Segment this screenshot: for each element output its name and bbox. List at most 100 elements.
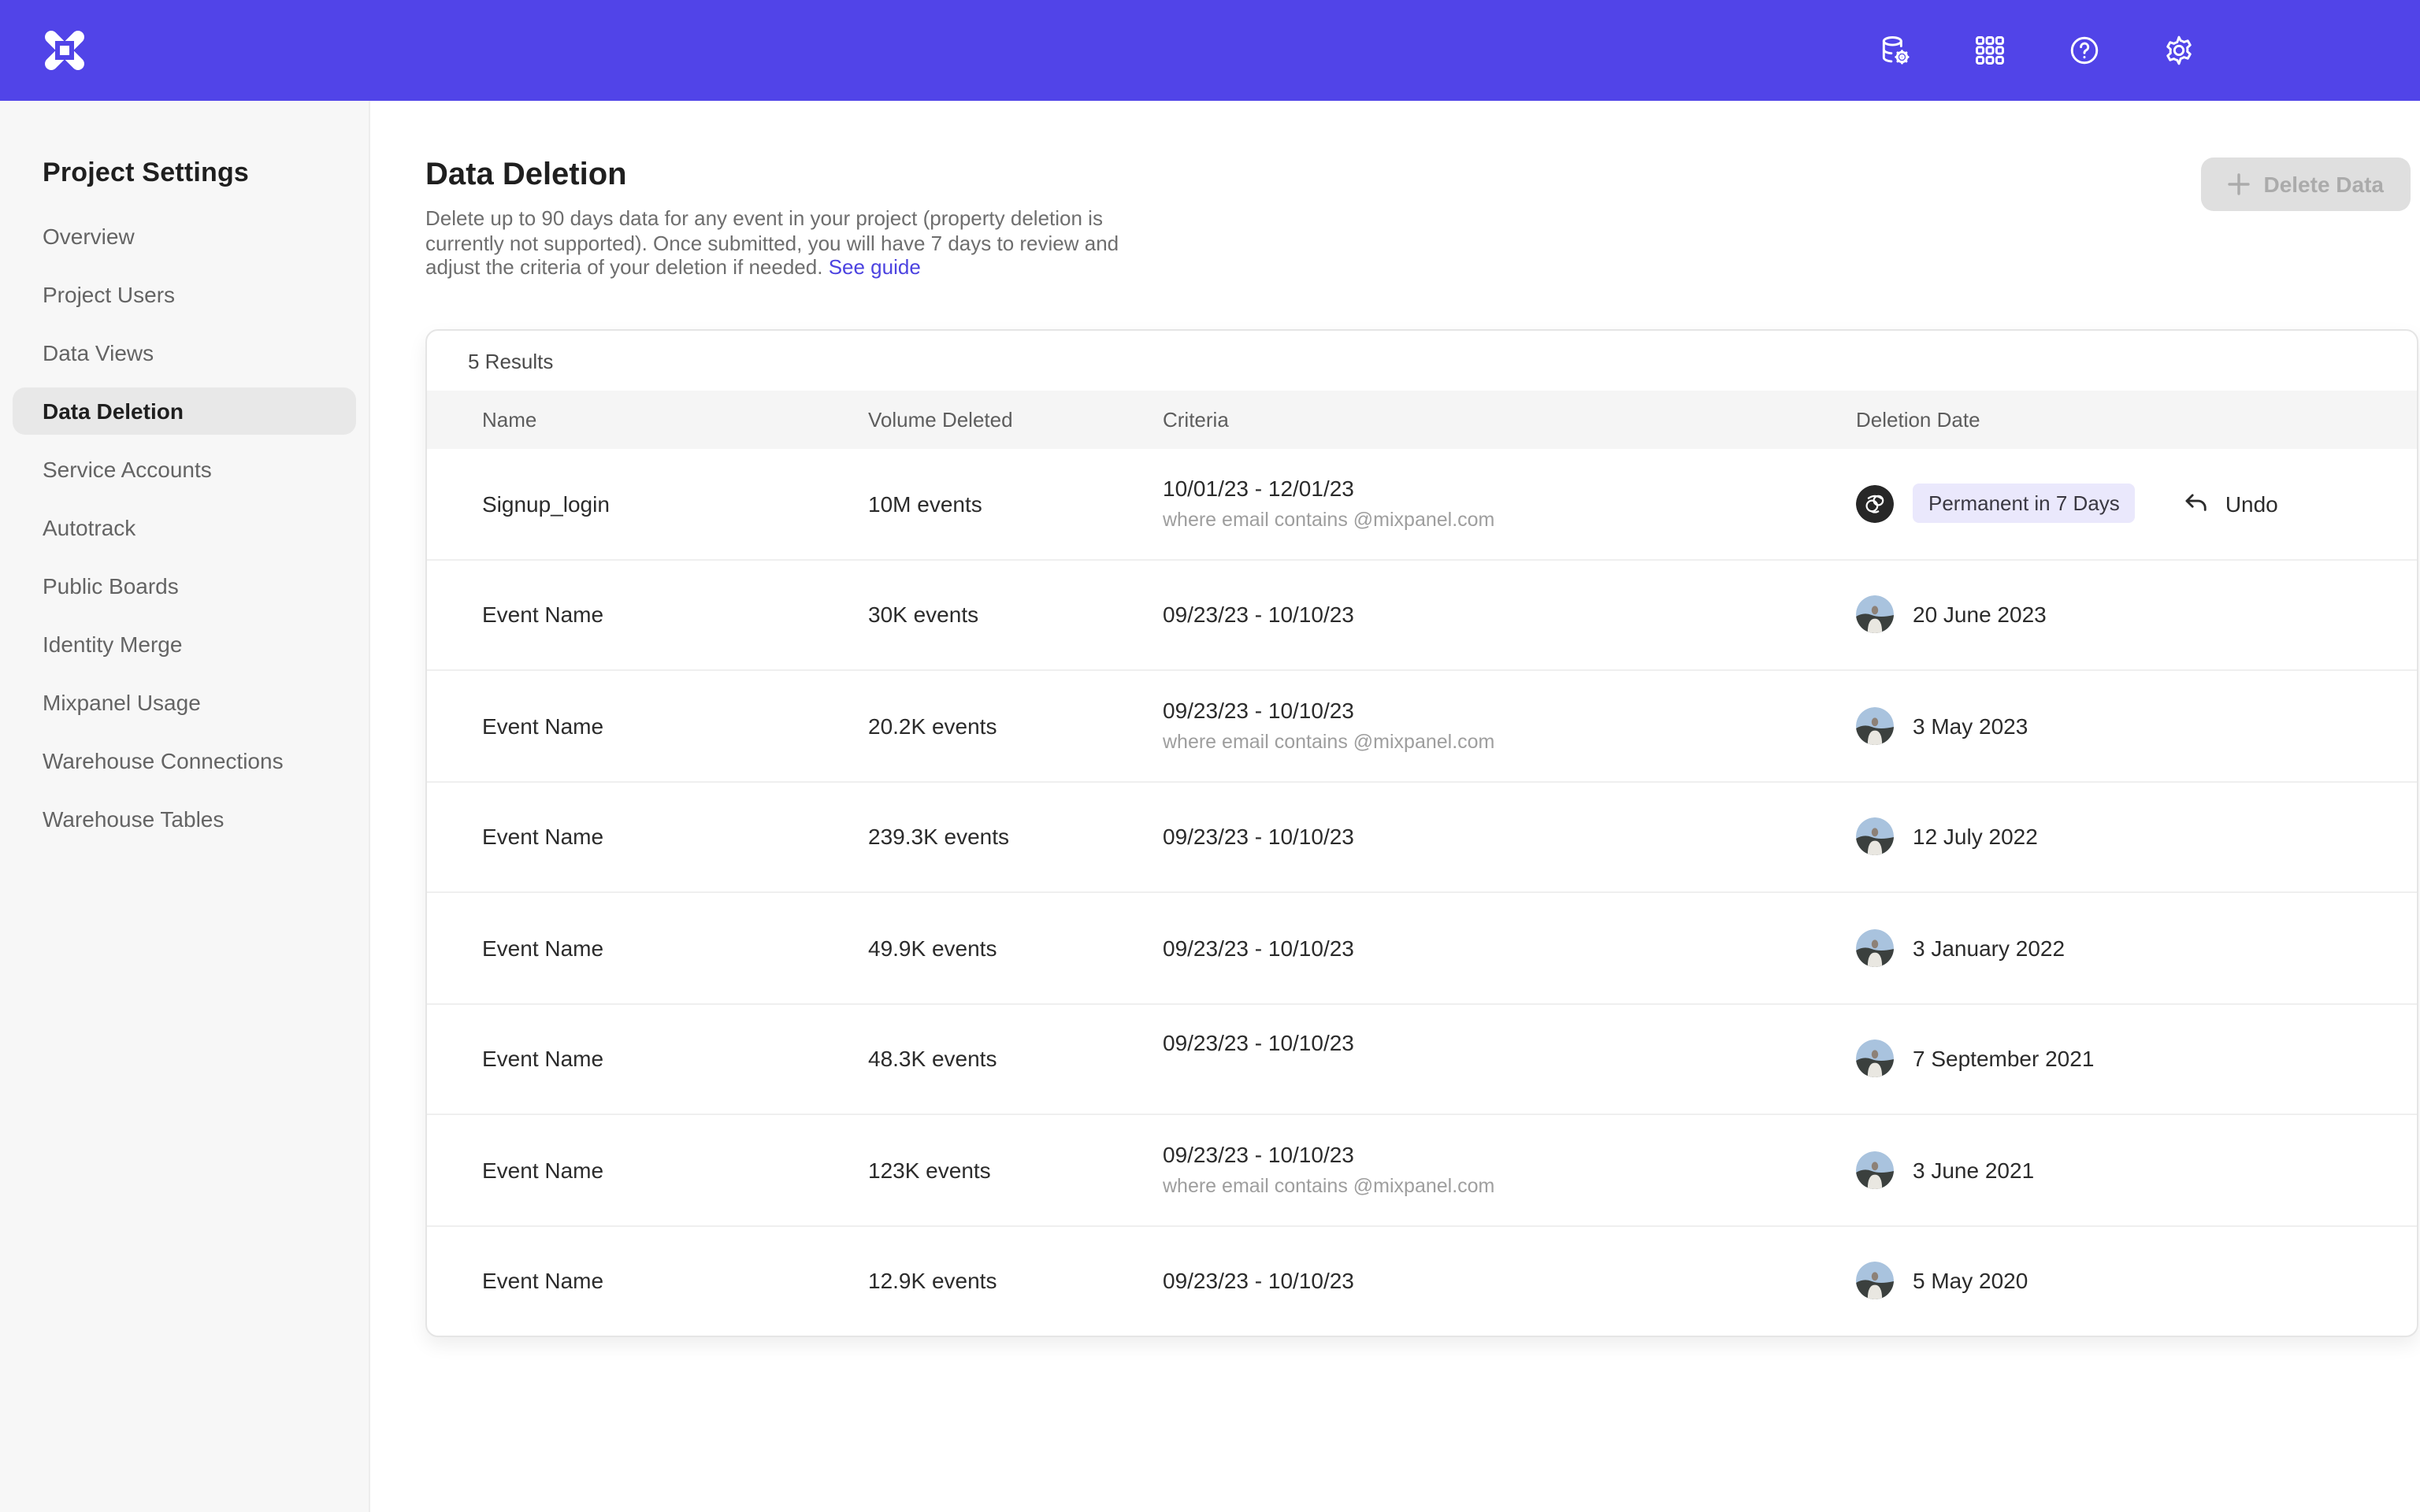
- row-deletion-date: 3 January 2022: [1856, 929, 2417, 967]
- row-event-name: Event Name: [482, 1158, 868, 1183]
- user-photo-avatar: [1856, 818, 1894, 856]
- permanent-deletion-badge: Permanent in 7 Days: [1913, 484, 2136, 524]
- row-criteria: 10/01/23 - 12/01/23 where email contains …: [1163, 476, 1856, 532]
- deletion-date-text: 20 June 2023: [1913, 602, 2047, 628]
- row-deletion-date: 12 July 2022: [1856, 818, 2417, 856]
- dark-illustration-avatar: [1856, 485, 1894, 523]
- sidebar-item-project-users[interactable]: Project Users: [13, 271, 356, 318]
- page-title: Data Deletion: [425, 158, 1150, 194]
- user-photo-avatar: [1856, 929, 1894, 967]
- description-line: Delete up to 90 days data for any event …: [425, 206, 1103, 230]
- see-guide-link[interactable]: See guide: [829, 255, 921, 279]
- row-criteria: 09/23/23 - 10/10/23: [1163, 936, 1856, 961]
- description-line: adjust the criteria of your deletion if …: [425, 255, 822, 279]
- column-header-volume: Volume Deleted: [868, 408, 1163, 432]
- deletion-date-text: 5 May 2020: [1913, 1269, 2028, 1294]
- results-count: 5 Results: [427, 331, 2417, 391]
- sidebar-item-service-accounts[interactable]: Service Accounts: [13, 446, 356, 493]
- criteria-date-range: 09/23/23 - 10/10/23: [1163, 699, 1856, 724]
- delete-data-button-label: Delete Data: [2263, 172, 2384, 197]
- mixpanel-logo[interactable]: [41, 27, 88, 74]
- row-event-name: Event Name: [482, 936, 868, 961]
- row-deletion-date: 5 May 2020: [1856, 1262, 2417, 1300]
- table-row: Signup_login10M events10/01/23 - 12/01/2…: [427, 449, 2417, 560]
- row-deletion-date: Permanent in 7 Days Undo: [1856, 484, 2417, 524]
- table-row: Event Name239.3K events09/23/23 - 10/10/…: [427, 782, 2417, 893]
- plus-icon: [2227, 173, 2249, 195]
- row-volume-deleted: 20.2K events: [868, 713, 1163, 739]
- row-criteria: 09/23/23 - 10/10/23: [1163, 1269, 1856, 1294]
- row-volume-deleted: 12.9K events: [868, 1269, 1163, 1294]
- table-body: Signup_login10M events10/01/23 - 12/01/2…: [427, 449, 2417, 1336]
- settings-gear-icon[interactable]: [2162, 33, 2196, 68]
- row-volume-deleted: 49.9K events: [868, 936, 1163, 961]
- row-event-name: Event Name: [482, 602, 868, 628]
- undo-button[interactable]: Undo: [2183, 490, 2278, 518]
- user-photo-avatar: [1856, 1040, 1894, 1078]
- table-row: Event Name123K events09/23/23 - 10/10/23…: [427, 1115, 2417, 1226]
- deletion-date-text: 12 July 2022: [1913, 825, 2038, 850]
- description-line: currently not supported). Once submitted…: [425, 231, 1119, 254]
- app-root: Project Settings Overview Project Users Da…: [0, 0, 2420, 1512]
- row-deletion-date: 7 September 2021: [1856, 1040, 2417, 1078]
- sidebar-nav-list: Overview Project Users Data Views Data Dele…: [0, 213, 369, 843]
- row-event-name: Signup_login: [482, 491, 868, 517]
- row-volume-deleted: 239.3K events: [868, 825, 1163, 850]
- table-row: Event Name48.3K events09/23/23 - 10/10/2…: [427, 1004, 2417, 1115]
- table-row: Event Name12.9K events09/23/23 - 10/10/2…: [427, 1226, 2417, 1336]
- row-deletion-date: 20 June 2023: [1856, 596, 2417, 634]
- row-event-name: Event Name: [482, 825, 868, 850]
- sidebar-item-mixpanel-usage[interactable]: Mixpanel Usage: [13, 679, 356, 726]
- database-gear-icon[interactable]: [1878, 33, 1913, 68]
- row-volume-deleted: 10M events: [868, 491, 1163, 517]
- criteria-date-range: 09/23/23 - 10/10/23: [1163, 1143, 1856, 1168]
- column-header-deletion-date: Deletion Date: [1856, 408, 2417, 432]
- sidebar-item-autotrack[interactable]: Autotrack: [13, 504, 356, 551]
- row-volume-deleted: 48.3K events: [868, 1047, 1163, 1072]
- help-icon[interactable]: [2067, 33, 2102, 68]
- table-header-row: Name Volume Deleted Criteria Deletion Da…: [427, 391, 2417, 449]
- row-criteria: 09/23/23 - 10/10/23: [1163, 1031, 1856, 1088]
- undo-label: Undo: [2225, 491, 2278, 517]
- row-deletion-date: 3 May 2023: [1856, 707, 2417, 745]
- deletion-date-text: 3 May 2023: [1913, 713, 2028, 739]
- criteria-date-range: 10/01/23 - 12/01/23: [1163, 476, 1856, 502]
- delete-data-button[interactable]: Delete Data: [2200, 158, 2411, 211]
- user-photo-avatar: [1856, 596, 1894, 634]
- top-navbar: [0, 0, 2420, 101]
- user-photo-avatar: [1856, 1262, 1894, 1300]
- sidebar-item-data-deletion[interactable]: Data Deletion: [13, 387, 356, 435]
- column-header-name: Name: [482, 408, 868, 432]
- sidebar-item-data-views[interactable]: Data Views: [13, 329, 356, 376]
- row-event-name: Event Name: [482, 713, 868, 739]
- row-event-name: Event Name: [482, 1047, 868, 1072]
- deletion-date-text: 3 June 2021: [1913, 1158, 2034, 1183]
- sidebar-item-warehouse-tables[interactable]: Warehouse Tables: [13, 795, 356, 843]
- criteria-date-range: 09/23/23 - 10/10/23: [1163, 1269, 1856, 1294]
- sidebar-title: Project Settings: [43, 158, 369, 189]
- row-criteria: 09/23/23 - 10/10/23where email contains …: [1163, 1143, 1856, 1198]
- sidebar-item-overview[interactable]: Overview: [13, 213, 356, 260]
- user-photo-avatar: [1856, 707, 1894, 745]
- criteria-date-range: 09/23/23 - 10/10/23: [1163, 1031, 1856, 1056]
- page-description: Delete up to 90 days data for any event …: [425, 206, 1150, 280]
- row-event-name: Event Name: [482, 1269, 868, 1294]
- deletion-table-card: 5 Results Name Volume Deleted Criteria D…: [425, 329, 2418, 1337]
- apps-grid-icon[interactable]: [1973, 33, 2007, 68]
- navbar-icons: [1878, 0, 2196, 101]
- criteria-filter-text: where email contains @mixpanel.com: [1163, 510, 1856, 532]
- sidebar-item-warehouse-connections[interactable]: Warehouse Connections: [13, 737, 356, 784]
- row-volume-deleted: 30K events: [868, 602, 1163, 628]
- page-header: Data Deletion Delete up to 90 days data …: [425, 158, 1150, 280]
- deletion-date-text: 3 January 2022: [1913, 936, 2065, 961]
- deletion-date-text: 7 September 2021: [1913, 1047, 2094, 1072]
- row-criteria: 09/23/23 - 10/10/23: [1163, 602, 1856, 628]
- sidebar-item-identity-merge[interactable]: Identity Merge: [13, 621, 356, 668]
- criteria-spacer: [1163, 1064, 1856, 1088]
- logo-shape: [60, 46, 69, 55]
- row-criteria: 09/23/23 - 10/10/23: [1163, 825, 1856, 850]
- criteria-date-range: 09/23/23 - 10/10/23: [1163, 936, 1856, 961]
- settings-sidebar: Project Settings Overview Project Users Da…: [0, 101, 370, 1512]
- table-row: Event Name49.9K events09/23/23 - 10/10/2…: [427, 893, 2417, 1004]
- sidebar-item-public-boards[interactable]: Public Boards: [13, 562, 356, 610]
